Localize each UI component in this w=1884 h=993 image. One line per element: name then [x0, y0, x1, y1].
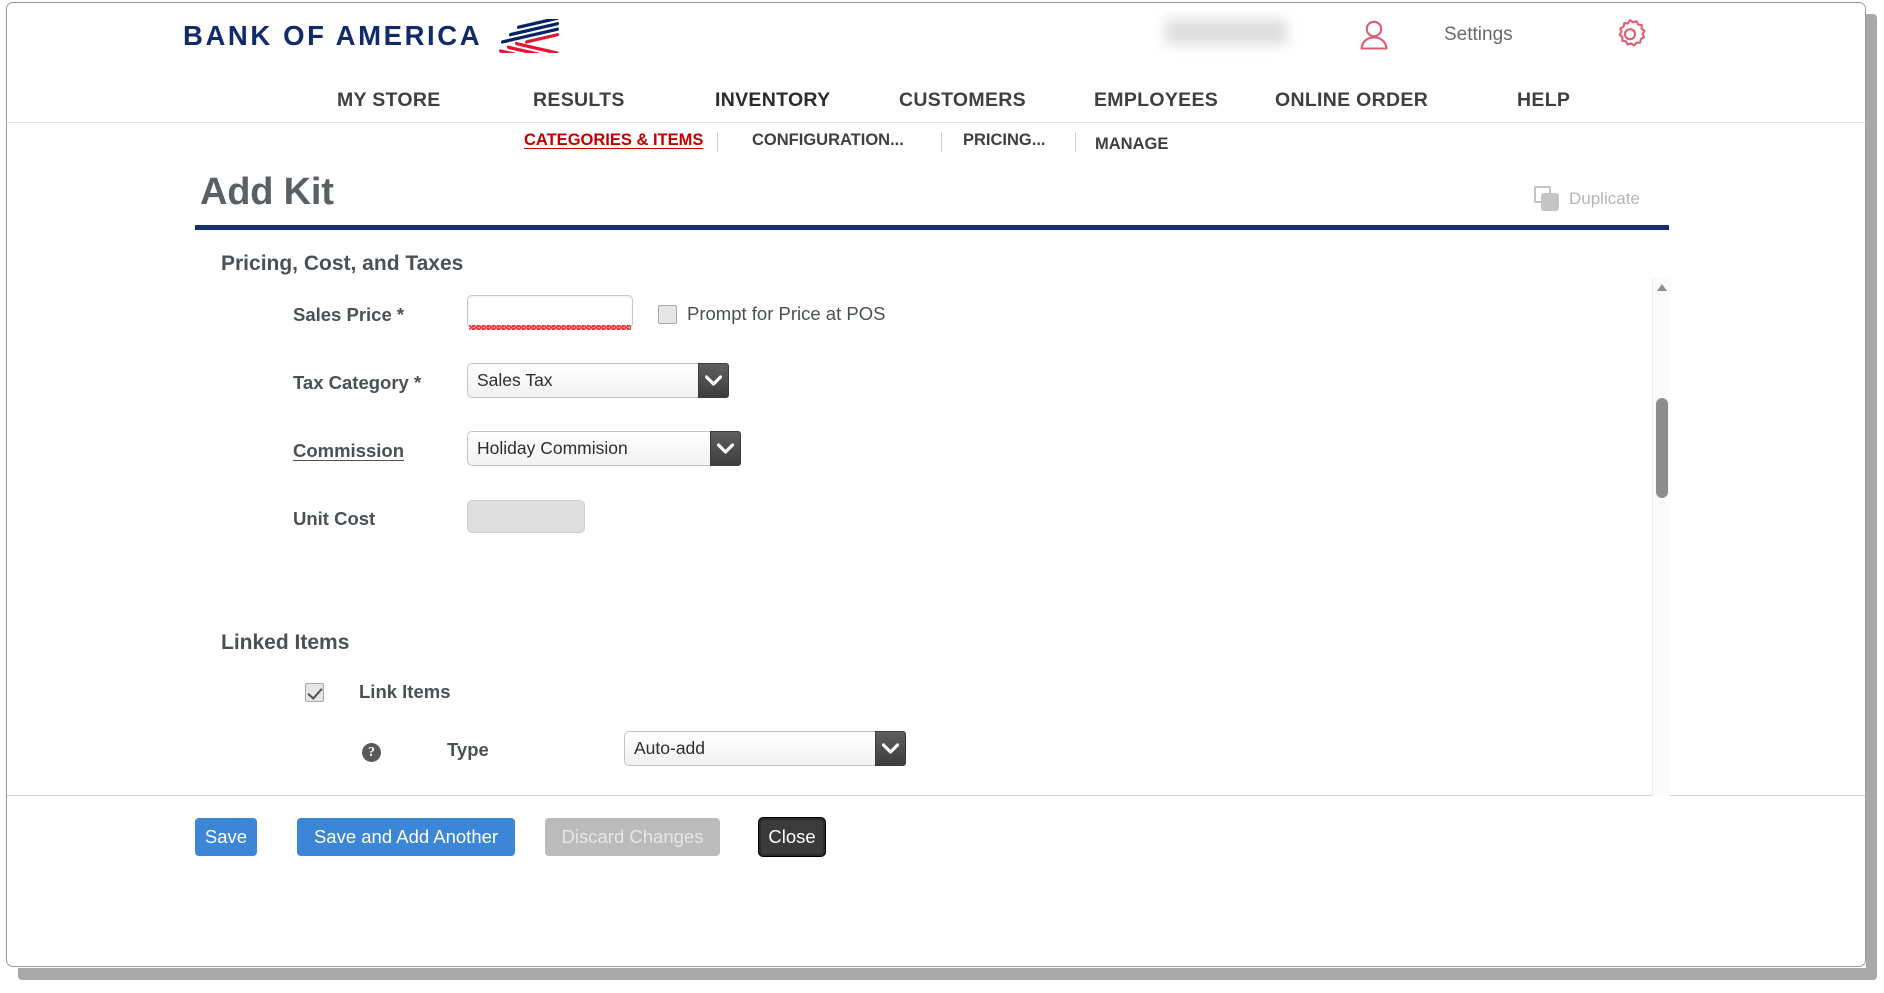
- bank-of-america-logo[interactable]: BANK OF AMERICA: [183, 19, 561, 53]
- subnav-item-categories-and-items[interactable]: CATEGORIES & ITEMS: [524, 131, 703, 150]
- subnav-separator: [1075, 132, 1076, 152]
- unit-cost-input: [467, 500, 585, 533]
- prompt-for-price-at-pos-label: Prompt for Price at POS: [687, 303, 886, 324]
- form-action-bar: Save Save and Add Another Discard Change…: [7, 796, 1865, 916]
- tax-category-select[interactable]: Sales Tax: [467, 363, 729, 398]
- link-items-label: Link Items: [359, 681, 451, 702]
- page-title-row: Add Kit Duplicate: [7, 169, 1865, 231]
- person-icon[interactable]: [1355, 17, 1393, 55]
- label-unit-cost: Unit Cost: [293, 508, 376, 529]
- application-window: BANK OF AMERICA Settings MY STORE RESULT…: [6, 2, 1866, 967]
- scrollbar-up-arrow-icon[interactable]: [1653, 278, 1671, 296]
- link-items-checkbox[interactable]: [305, 683, 324, 702]
- gear-icon[interactable]: [1612, 16, 1648, 52]
- chevron-down-icon: [698, 363, 729, 398]
- sub-navigation: CATEGORIES & ITEMS CONFIGURATION... PRIC…: [7, 123, 1865, 169]
- sales-price-input[interactable]: [467, 295, 633, 330]
- flagscape-logo-icon: [499, 19, 560, 53]
- discard-changes-button: Discard Changes: [545, 818, 720, 856]
- window-shadow-bottom: [18, 968, 1874, 980]
- type-select-value: Auto-add: [624, 731, 875, 766]
- duplicate-button[interactable]: Duplicate: [1534, 186, 1640, 212]
- chevron-down-icon: [875, 731, 906, 766]
- nav-item-employees[interactable]: EMPLOYEES: [1094, 89, 1218, 122]
- save-and-add-another-button[interactable]: Save and Add Another: [297, 818, 515, 856]
- close-button[interactable]: Close: [759, 818, 825, 856]
- section-heading-linked-items: Linked Items: [221, 631, 350, 654]
- nav-item-results[interactable]: RESULTS: [533, 89, 625, 122]
- nav-item-help[interactable]: HELP: [1517, 89, 1570, 122]
- logo-wordmark: BANK OF AMERICA: [183, 20, 483, 51]
- chevron-down-icon: [710, 431, 741, 466]
- settings-link[interactable]: Settings: [1444, 24, 1513, 46]
- duplicate-icon: [1534, 186, 1560, 212]
- scrollbar-thumb[interactable]: [1656, 398, 1668, 498]
- label-sales-price: Sales Price *: [293, 304, 405, 325]
- commission-select[interactable]: Holiday Commision: [467, 431, 741, 466]
- vertical-scrollbar[interactable]: [1652, 278, 1670, 838]
- commission-select-value: Holiday Commision: [467, 431, 710, 466]
- form-scroll-area: Pricing, Cost, and Taxes Sales Price * P…: [7, 231, 1865, 796]
- nav-item-online-order[interactable]: ONLINE ORDER: [1275, 89, 1428, 122]
- save-button[interactable]: Save: [195, 818, 257, 856]
- subnav-separator: [941, 132, 942, 152]
- subnav-item-manage[interactable]: MANAGE: [1095, 135, 1168, 154]
- tax-category-select-value: Sales Tax: [467, 363, 698, 398]
- section-heading-pricing: Pricing, Cost, and Taxes: [221, 252, 464, 275]
- nav-item-customers[interactable]: CUSTOMERS: [899, 89, 1026, 122]
- subnav-item-configuration[interactable]: CONFIGURATION...: [752, 131, 904, 150]
- window-shadow-right: [1866, 14, 1877, 980]
- subnav-item-pricing[interactable]: PRICING...: [963, 131, 1046, 150]
- label-commission[interactable]: Commission: [293, 440, 404, 462]
- title-underline-rule: [195, 225, 1669, 230]
- redacted-username: [1165, 19, 1287, 45]
- nav-item-my-store[interactable]: MY STORE: [337, 89, 441, 122]
- duplicate-button-label: Duplicate: [1569, 189, 1640, 208]
- label-type: Type: [447, 739, 489, 760]
- nav-item-inventory[interactable]: INVENTORY: [715, 89, 831, 128]
- page-title: Add Kit: [200, 171, 334, 213]
- subnav-separator: [717, 132, 718, 152]
- prompt-for-price-at-pos-checkbox[interactable]: [658, 305, 677, 324]
- help-circle-icon[interactable]: ?: [362, 743, 381, 762]
- main-navigation: MY STORE RESULTS INVENTORY CUSTOMERS EMP…: [7, 85, 1865, 128]
- label-tax-category: Tax Category *: [293, 372, 422, 393]
- page-header: BANK OF AMERICA Settings: [7, 3, 1865, 85]
- type-select[interactable]: Auto-add: [624, 731, 906, 766]
